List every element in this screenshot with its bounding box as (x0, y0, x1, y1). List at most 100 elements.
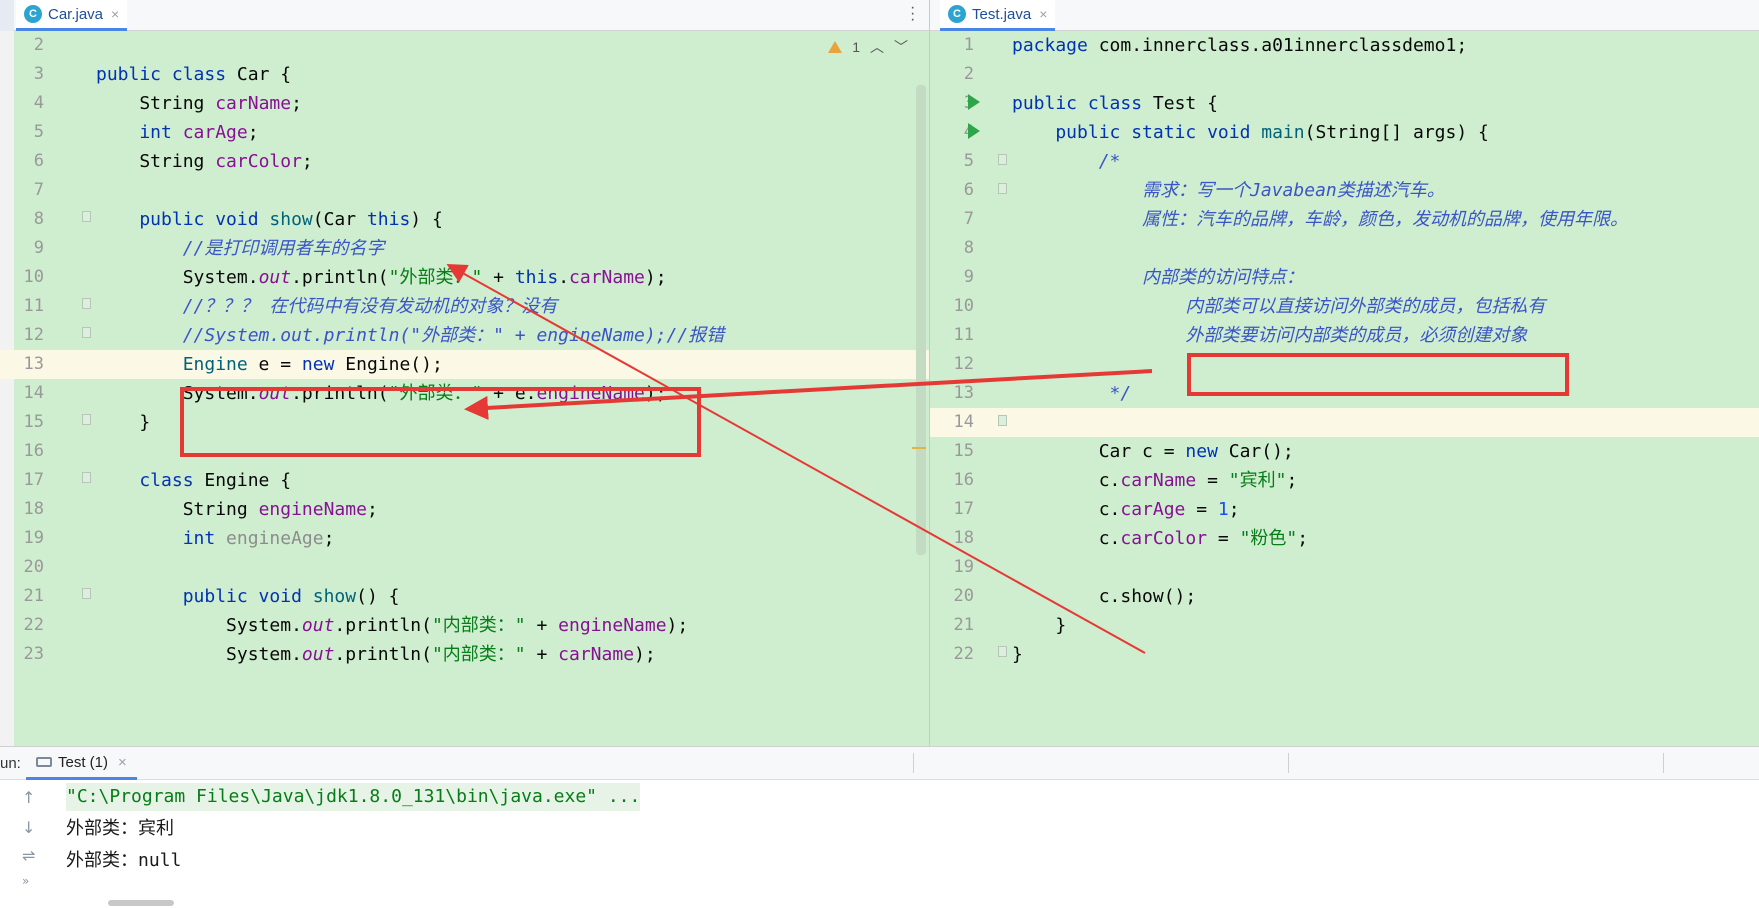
line-number[interactable]: 15 (14, 408, 44, 437)
line-number[interactable]: 7 (944, 205, 974, 234)
line-number[interactable]: 19 (14, 524, 44, 553)
line-number[interactable]: 19 (944, 553, 974, 582)
line-number[interactable]: 15 (944, 437, 974, 466)
line-number[interactable]: 12 (944, 350, 974, 379)
code-line[interactable]: 23 System.out.println("内部类：" + carName); (0, 640, 930, 669)
line-number[interactable]: 16 (14, 437, 44, 466)
line-number[interactable]: 4 (14, 89, 44, 118)
line-number[interactable]: 17 (14, 466, 44, 495)
run-tool-window[interactable]: un: Test (1) × ↑ ↓ ⇌ » "C:\Program Files… (0, 746, 1759, 908)
code-line[interactable]: 17 c.carAge = 1; (930, 495, 1759, 524)
code-line[interactable]: 14 (930, 408, 1759, 437)
code-line[interactable]: 9 //是打印调用者车的名字 (0, 234, 930, 263)
line-number[interactable]: 7 (14, 176, 44, 205)
code-line[interactable]: 22 System.out.println("内部类：" + engineNam… (0, 611, 930, 640)
line-number[interactable]: 21 (14, 582, 44, 611)
line-number[interactable]: 20 (14, 553, 44, 582)
line-number[interactable]: 13 (14, 350, 44, 379)
line-number[interactable]: 10 (944, 292, 974, 321)
code-line[interactable]: 9 内部类的访问特点： (930, 263, 1759, 292)
arrow-down-icon[interactable]: ↓ (22, 818, 35, 837)
line-number[interactable]: 6 (944, 176, 974, 205)
close-icon[interactable]: × (1039, 6, 1047, 22)
more-tools-icon[interactable]: » (22, 874, 29, 888)
code-line[interactable]: 11 外部类要访问内部类的成员，必须创建对象 (930, 321, 1759, 350)
code-line[interactable]: 5 int carAge; (0, 118, 930, 147)
fold-marker-icon[interactable] (82, 472, 91, 483)
line-number[interactable]: 21 (944, 611, 974, 640)
line-number[interactable]: 10 (14, 263, 44, 292)
line-number[interactable]: 2 (944, 60, 974, 89)
line-number[interactable]: 17 (944, 495, 974, 524)
line-number[interactable]: 9 (944, 263, 974, 292)
arrow-up-icon[interactable]: ↑ (22, 788, 35, 807)
code-line[interactable]: 8 (930, 234, 1759, 263)
code-line[interactable]: 10 内部类可以直接访问外部类的成员，包括私有 (930, 292, 1759, 321)
line-number[interactable]: 14 (944, 408, 974, 437)
inspection-widget[interactable]: 1 ︿ ﹀ (828, 37, 908, 57)
more-options-icon[interactable]: · · · (910, 0, 915, 28)
code-line[interactable]: 3 public class Test { (930, 89, 1759, 118)
line-number[interactable]: 13 (944, 379, 974, 408)
line-number[interactable]: 9 (14, 234, 44, 263)
code-line[interactable]: 11 //？？？ 在代码中有没有发动机的对象？没有 (0, 292, 930, 321)
tab-run-test[interactable]: Test (1) × (26, 747, 137, 780)
code-line[interactable]: 10 System.out.println("外部类：" + this.carN… (0, 263, 930, 292)
line-number[interactable]: 14 (14, 379, 44, 408)
car-java-editor[interactable]: C Car.java × · · · 2 3 public class Car {4 S… (0, 0, 930, 746)
line-number[interactable]: 12 (14, 321, 44, 350)
close-icon[interactable]: × (118, 754, 127, 771)
line-number[interactable]: 8 (944, 234, 974, 263)
code-line[interactable]: 19 (930, 553, 1759, 582)
line-number[interactable]: 18 (944, 524, 974, 553)
code-line[interactable]: 19 int engineAge; (0, 524, 930, 553)
line-number[interactable]: 16 (944, 466, 974, 495)
code-line[interactable]: 16 c.carName = "宾利"; (930, 466, 1759, 495)
code-line[interactable]: 2 (930, 60, 1759, 89)
code-line[interactable]: 18 c.carColor = "粉色"; (930, 524, 1759, 553)
code-line[interactable]: 15 Car c = new Car(); (930, 437, 1759, 466)
line-number[interactable]: 11 (14, 292, 44, 321)
fold-marker-icon[interactable] (998, 154, 1007, 165)
code-line[interactable]: 4 String carName; (0, 89, 930, 118)
line-number[interactable]: 8 (14, 205, 44, 234)
code-line[interactable]: 18 String engineName; (0, 495, 930, 524)
code-line[interactable]: 8 public void show(Car this) { (0, 205, 930, 234)
code-line[interactable]: 21 public void show() { (0, 582, 930, 611)
code-line[interactable]: 3 public class Car { (0, 60, 930, 89)
left-scrollbar[interactable] (916, 85, 926, 555)
tab-car-java[interactable]: C Car.java × (16, 0, 128, 31)
fold-marker-icon[interactable] (82, 298, 91, 309)
line-number[interactable]: 5 (14, 118, 44, 147)
run-gutter-icon[interactable] (968, 94, 980, 110)
fold-marker-icon[interactable] (82, 327, 91, 338)
line-number[interactable]: 5 (944, 147, 974, 176)
soft-wrap-icon[interactable]: ⇌ (22, 846, 35, 865)
fold-marker-icon[interactable] (82, 211, 91, 222)
fold-marker-icon[interactable] (998, 646, 1007, 657)
line-number[interactable]: 11 (944, 321, 974, 350)
line-number[interactable]: 22 (14, 611, 44, 640)
code-line[interactable]: 22} (930, 640, 1759, 669)
code-line[interactable]: 12 //System.out.println("外部类：" + engineN… (0, 321, 930, 350)
code-line[interactable]: 1 package com.innerclass.a01innerclassdem… (930, 31, 1759, 60)
line-number[interactable]: 23 (14, 640, 44, 669)
code-line[interactable]: 5 /* (930, 147, 1759, 176)
close-icon[interactable]: × (111, 6, 119, 22)
line-number[interactable]: 1 (944, 31, 974, 60)
code-line[interactable]: 20 (0, 553, 930, 582)
line-number[interactable]: 22 (944, 640, 974, 669)
tab-test-java[interactable]: C Test.java × (940, 0, 1056, 31)
horizontal-scrollbar[interactable] (108, 900, 174, 906)
fold-marker-icon[interactable] (998, 183, 1007, 194)
line-number[interactable]: 2 (14, 31, 44, 60)
code-line[interactable]: 6 需求：写一个Javabean类描述汽车。 (930, 176, 1759, 205)
warning-stripe-mark[interactable] (912, 447, 926, 449)
code-line[interactable]: 4 public static void main(String[] args)… (930, 118, 1759, 147)
code-line[interactable]: 7 (0, 176, 930, 205)
fold-marker-icon[interactable] (82, 414, 91, 425)
code-line[interactable]: 2 (0, 31, 930, 60)
code-line[interactable]: 7 属性：汽车的品牌，车龄，颜色，发动机的品牌，使用年限。 (930, 205, 1759, 234)
run-gutter-icon[interactable] (968, 123, 980, 139)
line-number[interactable]: 6 (14, 147, 44, 176)
